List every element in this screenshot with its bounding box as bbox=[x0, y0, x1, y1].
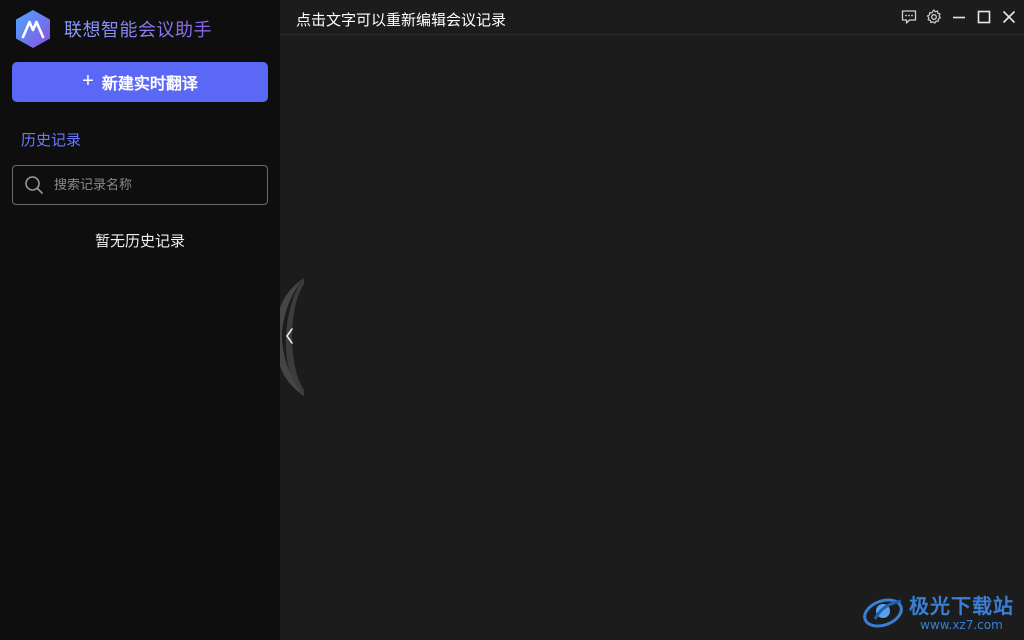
plus-icon: + bbox=[82, 70, 94, 92]
search-icon bbox=[25, 176, 43, 194]
watermark-logo-icon bbox=[863, 598, 903, 628]
app-title: 联想智能会议助手 bbox=[64, 16, 212, 42]
feedback-icon bbox=[901, 9, 916, 24]
window-controls bbox=[899, 7, 1018, 26]
chevron-left-icon bbox=[280, 278, 304, 396]
app-window: 联想智能会议助手 + 新建实时翻译 历史记录 暂无历史记录 点击文字可以重新编辑… bbox=[0, 0, 1024, 640]
feedback-button[interactable] bbox=[899, 7, 918, 26]
main-title[interactable]: 点击文字可以重新编辑会议记录 bbox=[296, 9, 506, 30]
watermark-name: 极光下载站 bbox=[909, 594, 1014, 618]
watermark: 极光下载站 www.xz7.com bbox=[861, 590, 1014, 632]
close-button[interactable] bbox=[999, 7, 1018, 26]
watermark-url: www.xz7.com bbox=[920, 618, 1003, 632]
history-title: 历史记录 bbox=[21, 131, 82, 149]
app-logo-icon bbox=[16, 10, 50, 48]
search-input[interactable] bbox=[54, 177, 267, 193]
settings-button[interactable] bbox=[924, 7, 943, 26]
new-translation-button[interactable]: + 新建实时翻译 bbox=[12, 62, 268, 102]
sidebar-collapse-handle[interactable] bbox=[280, 278, 304, 396]
maximize-button[interactable] bbox=[974, 7, 993, 26]
close-icon bbox=[1002, 10, 1015, 23]
gear-icon bbox=[926, 8, 941, 24]
empty-history-text: 暂无历史记录 bbox=[94, 232, 185, 250]
title-bar: 点击文字可以重新编辑会议记录 bbox=[280, 0, 1024, 35]
minimize-button[interactable] bbox=[949, 7, 968, 26]
brand: 联想智能会议助手 bbox=[14, 9, 212, 49]
minimize-icon bbox=[952, 16, 965, 18]
maximize-icon bbox=[977, 10, 990, 23]
new-translation-label: 新建实时翻译 bbox=[101, 76, 198, 93]
sidebar: 联想智能会议助手 + 新建实时翻译 历史记录 暂无历史记录 bbox=[0, 0, 280, 640]
main-panel: 点击文字可以重新编辑会议记录 极光下载站 www.xz7.com bbox=[280, 0, 1024, 640]
search-box[interactable] bbox=[12, 165, 268, 205]
watermark-text: 极光下载站 www.xz7.com bbox=[909, 590, 1014, 632]
